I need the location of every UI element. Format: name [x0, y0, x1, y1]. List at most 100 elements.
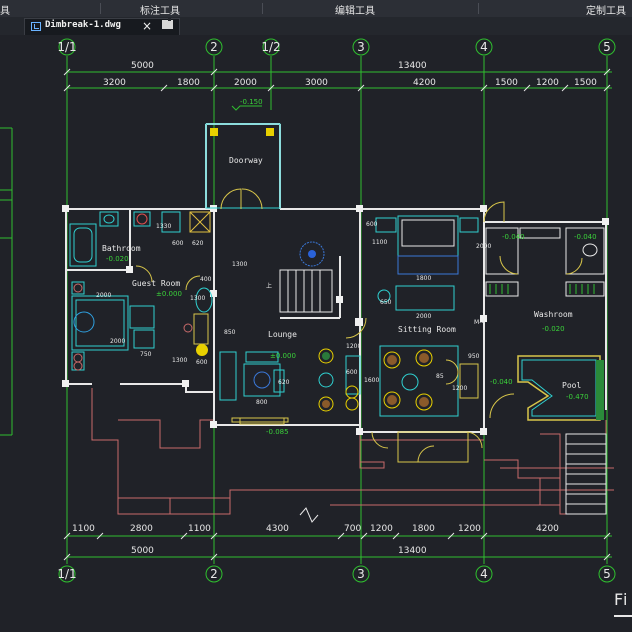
level-text: -0.040	[502, 233, 525, 241]
level-text: -0.020	[106, 255, 129, 263]
inner-dim: 600	[366, 221, 378, 228]
dimension-text: 5000	[131, 61, 154, 71]
document-icon	[31, 22, 41, 31]
dimension-text: 1200	[370, 524, 393, 534]
dimension-text: 1100	[72, 524, 95, 534]
inner-dim: 620	[192, 240, 204, 247]
menu-separator	[100, 3, 101, 14]
inner-dim: 1100	[372, 239, 387, 246]
inner-dim: 600	[346, 369, 358, 376]
document-tab[interactable]: Dimbreak-1.dwg ×	[24, 18, 180, 35]
wall-posts	[62, 205, 609, 435]
axis-bubbles	[58, 38, 616, 583]
level-text: -0.150	[240, 98, 263, 106]
inner-dim: M-4	[474, 319, 485, 326]
exterior-stairs	[565, 433, 607, 515]
inner-dim: 1200	[346, 343, 361, 350]
floor-plan: .dim{fill:#e8e8e8;font-family:"DejaVu Sa…	[0, 38, 616, 583]
dimension-text: 1200	[458, 524, 481, 534]
walls	[65, 123, 607, 433]
inner-dim: 2000	[96, 292, 111, 299]
document-tab-bar: Dimbreak-1.dwg ×	[0, 17, 632, 35]
room-label-pool: Pool	[562, 381, 581, 390]
inner-dim: 620	[278, 379, 290, 386]
inner-dim: 1600	[364, 377, 379, 384]
room-label-guest-room: Guest Room	[132, 279, 180, 288]
menu-separator	[478, 3, 479, 14]
axis-label: 4	[480, 40, 488, 54]
inner-dim: 1330	[156, 223, 171, 230]
dimension-text: 2000	[234, 78, 257, 88]
inner-dim: 600	[172, 240, 184, 247]
level-text: -0.040	[490, 378, 513, 386]
dimension-text: 1500	[574, 78, 597, 88]
inner-dim: 750	[140, 351, 152, 358]
inner-dim: 1300	[190, 295, 205, 302]
inner-dim: 800	[256, 399, 268, 406]
menu-edit-tools[interactable]: 编辑工具	[335, 2, 375, 17]
tab-title: Dimbreak-1.dwg	[45, 20, 121, 30]
bathroom-fixtures	[69, 211, 211, 267]
level-text: -0.085	[266, 428, 289, 436]
menu-dimension-tools[interactable]: 标注工具	[140, 2, 180, 17]
close-icon[interactable]: ×	[142, 19, 152, 33]
level-text: -0.040	[574, 233, 597, 241]
axis-label: 3	[357, 40, 365, 54]
inner-dim: 600	[196, 359, 208, 366]
dimension-text: 4300	[266, 524, 289, 534]
dimension-text: 4200	[536, 524, 559, 534]
inner-dim: 1200	[452, 385, 467, 392]
axis-label: 2	[210, 567, 218, 581]
inner-dim: 2000	[110, 338, 125, 345]
inner-dim: 2000	[416, 313, 431, 320]
dimension-ticks	[63, 68, 611, 561]
watermark-underline	[614, 615, 632, 617]
room-label-doorway: Doorway	[229, 156, 263, 165]
axis-label: 5	[603, 40, 611, 54]
inner-dim: 1800	[416, 275, 431, 282]
new-tab-icon[interactable]	[162, 18, 173, 29]
doorway-area	[205, 123, 281, 210]
room-label-bathroom: Bathroom	[102, 244, 141, 253]
room-label-lounge: Lounge	[268, 330, 297, 339]
dimension-text: 700	[344, 524, 361, 534]
inner-dim: 上	[266, 282, 272, 290]
inner-dim: 850	[224, 329, 236, 336]
axis-lines	[0, 56, 612, 564]
dimension-text: 3000	[305, 78, 328, 88]
room-label-washroom: Washroom	[534, 310, 573, 319]
menu-separator	[262, 3, 263, 14]
axis-label: 4	[480, 567, 488, 581]
inner-dim: 85	[436, 373, 444, 380]
watermark-text: Fi	[614, 590, 629, 609]
inner-dim: 950	[468, 353, 480, 360]
dimension-text: 4200	[413, 78, 436, 88]
dimension-text: 5000	[131, 546, 154, 556]
dimension-text: 13400	[398, 61, 427, 71]
inner-dim: 2000	[476, 243, 491, 250]
axis-label: 5	[603, 567, 611, 581]
level-text: -0.470	[566, 393, 589, 401]
dimension-text: 13400	[398, 546, 427, 556]
menu-custom-tools[interactable]: 定制工具	[586, 2, 626, 17]
level-text: ±0.000	[156, 290, 182, 298]
dimension-text: 2800	[130, 524, 153, 534]
level-marker	[231, 105, 262, 111]
break-line	[299, 507, 319, 523]
dimension-text: 1800	[412, 524, 435, 534]
dimension-text: 3200	[103, 78, 126, 88]
inner-dim: 1300	[232, 261, 247, 268]
dimension-text: 1200	[536, 78, 559, 88]
axis-label: 1/1	[57, 40, 76, 54]
axis-label: 1/2	[261, 40, 280, 54]
axis-label: 1/1	[57, 567, 76, 581]
axis-label: 2	[210, 40, 218, 54]
inner-dim: 650	[380, 299, 392, 306]
level-text: -0.020	[542, 325, 565, 333]
menu-tools[interactable]: 具	[0, 2, 10, 17]
drawing-canvas[interactable]: .dim{fill:#e8e8e8;font-family:"DejaVu Sa…	[0, 35, 632, 632]
menu-bar: 具 标注工具 编辑工具 定制工具	[0, 0, 632, 18]
dimension-text: 1500	[495, 78, 518, 88]
inner-dim: 1300	[172, 357, 187, 364]
dimension-text: 1100	[188, 524, 211, 534]
